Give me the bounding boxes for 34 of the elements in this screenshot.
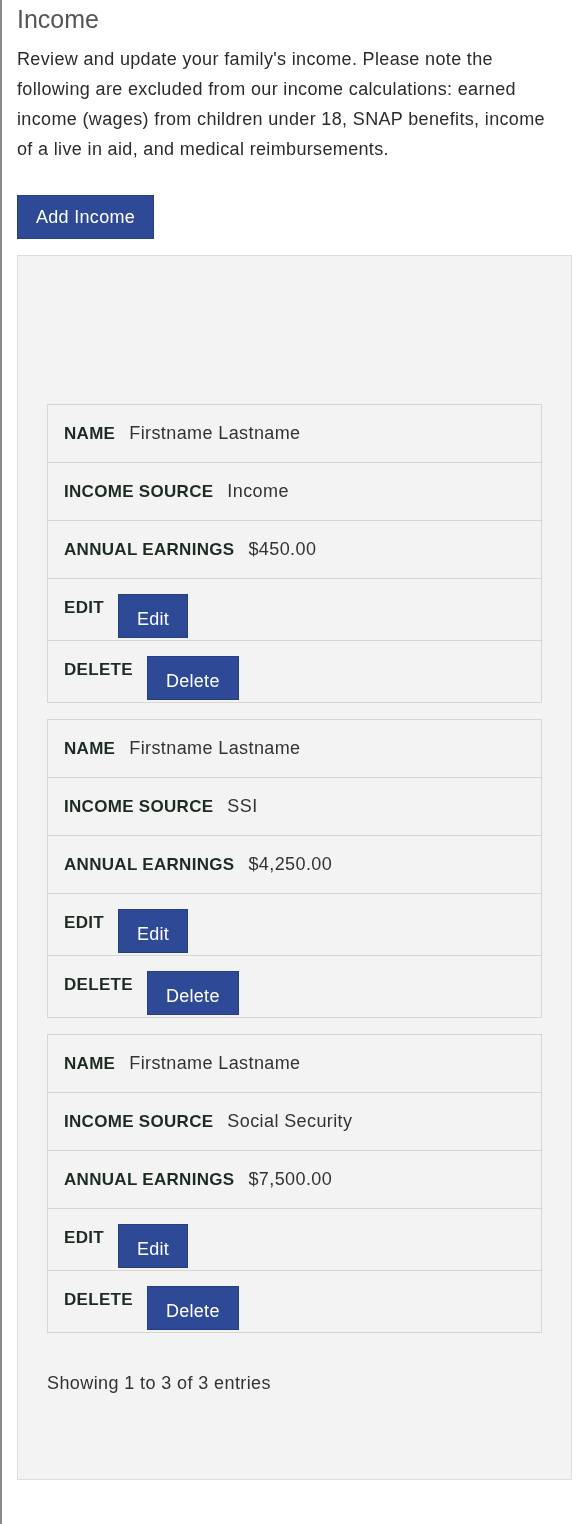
field-label: NAME — [64, 422, 116, 445]
field-label: EDIT — [64, 1227, 104, 1249]
field-label: ANNUAL EARNINGS — [64, 538, 235, 561]
field-value: Firstname Lastname — [129, 1053, 301, 1074]
field-label: INCOME SOURCE — [64, 1110, 214, 1133]
field-label: ANNUAL EARNINGS — [64, 853, 235, 876]
page-title: Income — [17, 4, 100, 34]
field-label: DELETE — [64, 974, 133, 996]
field-value: Income — [227, 481, 289, 502]
field-value: SSI — [227, 796, 258, 817]
intro-paragraph: Review and update your family's income. Please note the following are excluded from our income calculations: earned income (wages) from children under 18, SNAP benefits, income of a live in aid, and medical reimbursements. — [17, 48, 546, 161]
edit-button[interactable]: Edit — [117, 594, 189, 638]
field-value: $4,250.00 — [248, 854, 333, 875]
edit-button[interactable]: Edit — [117, 1224, 189, 1268]
field-value: Firstname Lastname — [129, 738, 301, 759]
delete-button[interactable]: Delete — [146, 1286, 239, 1330]
field-value: Social Security — [227, 1111, 353, 1132]
field-label: NAME — [64, 1052, 116, 1075]
field-label: DELETE — [64, 659, 133, 681]
field-value: $7,500.00 — [248, 1169, 333, 1190]
field-label: EDIT — [64, 912, 104, 934]
field-label: INCOME SOURCE — [64, 480, 214, 503]
entries-info: Showing 1 to 3 of 3 entries — [47, 1373, 272, 1394]
field-label: DELETE — [64, 1289, 133, 1311]
field-label: NAME — [64, 737, 116, 760]
edit-button[interactable]: Edit — [117, 909, 189, 953]
field-label: ANNUAL EARNINGS — [64, 1168, 235, 1191]
field-value: $450.00 — [248, 539, 317, 560]
delete-button[interactable]: Delete — [146, 656, 239, 700]
delete-button[interactable]: Delete — [146, 971, 239, 1015]
field-label: INCOME SOURCE — [64, 795, 214, 818]
field-value: Firstname Lastname — [129, 423, 301, 444]
add-income-button[interactable]: Add Income — [17, 195, 155, 239]
field-label: EDIT — [64, 597, 104, 619]
